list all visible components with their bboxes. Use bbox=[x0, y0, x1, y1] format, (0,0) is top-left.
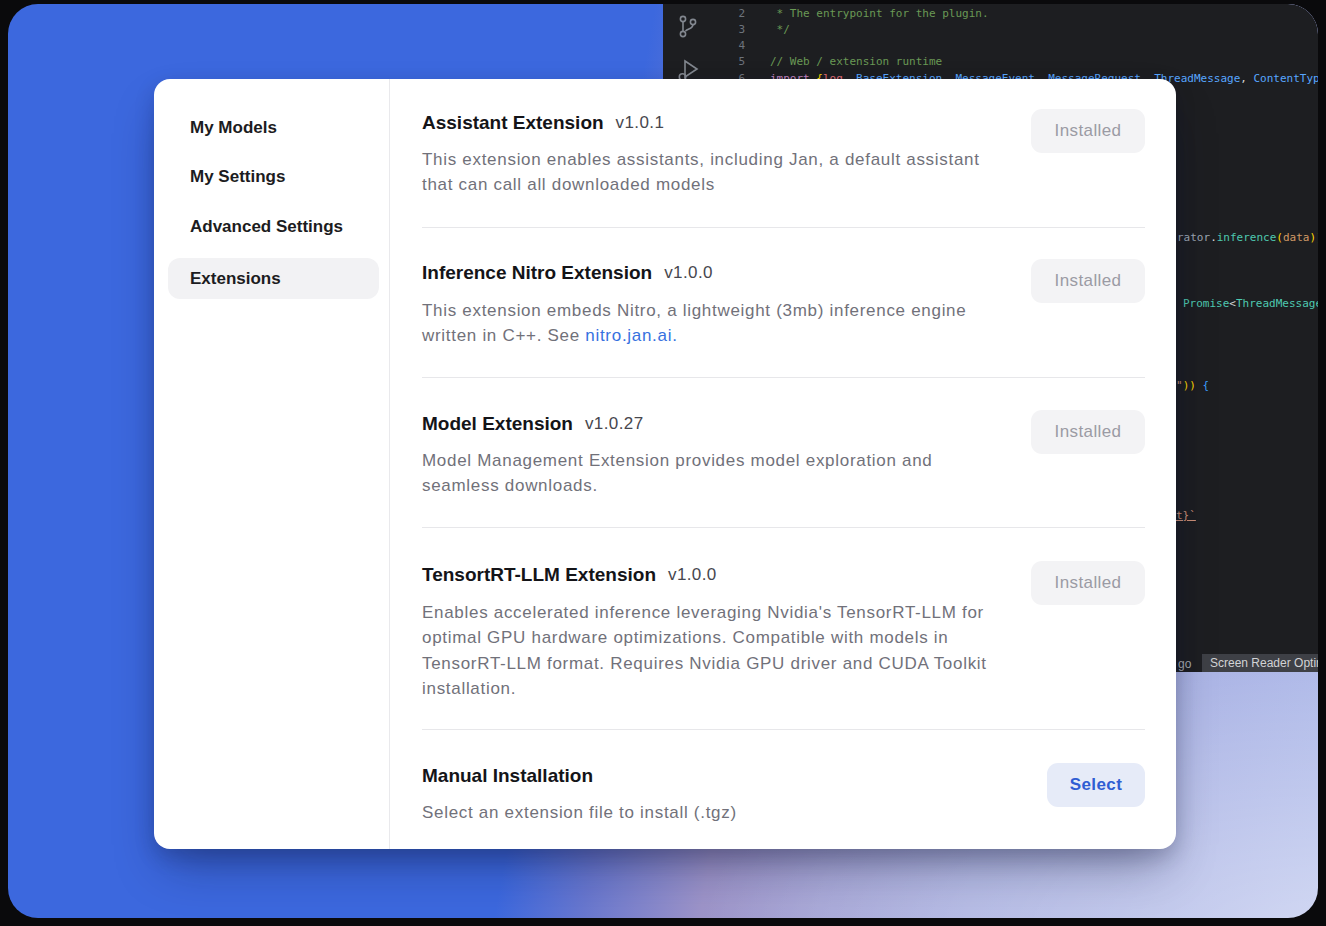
code-fragment: ")) { bbox=[1176, 379, 1209, 392]
code-fragment: rator.inference(data)); bbox=[1177, 231, 1318, 244]
installed-button[interactable]: Installed bbox=[1031, 109, 1145, 153]
code-line: */ bbox=[770, 23, 790, 36]
sidebar-divider bbox=[389, 79, 390, 849]
code-fragment: Promise<ThreadMessage> bbox=[1183, 297, 1318, 310]
line-number: 2 bbox=[663, 7, 745, 20]
extension-name: Inference Nitro Extension bbox=[422, 262, 652, 284]
extension-description: Model Management Extension provides mode… bbox=[422, 448, 933, 499]
code-line: // Web / extension runtime bbox=[770, 55, 942, 68]
extension-name: Assistant Extension bbox=[422, 112, 604, 134]
extension-version: v1.0.0 bbox=[668, 565, 717, 585]
desktop-hero: 23456 * The entrypoint for the plugin. *… bbox=[8, 4, 1318, 918]
code-line: * The entrypoint for the plugin. bbox=[770, 7, 989, 20]
extension-title: Manual Installation bbox=[422, 762, 593, 790]
line-number: 4 bbox=[663, 39, 745, 52]
extension-title: Assistant Extension v1.0.1 bbox=[422, 109, 664, 137]
extension-version: v1.0.0 bbox=[664, 263, 713, 283]
extension-version: v1.0.27 bbox=[585, 414, 644, 434]
sidebar-item-my-models[interactable]: My Models bbox=[190, 118, 277, 142]
status-bar-item[interactable]: go bbox=[1178, 657, 1191, 671]
sidebar-item-my-settings[interactable]: My Settings bbox=[190, 167, 285, 191]
line-number: 5 bbox=[663, 55, 745, 68]
row-divider bbox=[422, 729, 1145, 730]
row-divider bbox=[422, 527, 1145, 528]
extension-title: Model Extension v1.0.27 bbox=[422, 410, 644, 438]
extensions-list: Assistant Extension v1.0.1 This extension … bbox=[422, 79, 1145, 849]
line-number: 3 bbox=[663, 23, 745, 36]
extension-description: This extension embeds Nitro, a lightweig… bbox=[422, 298, 966, 349]
row-divider bbox=[422, 227, 1145, 228]
extension-name: TensortRT-LLM Extension bbox=[422, 564, 656, 586]
extension-version: v1.0.1 bbox=[616, 113, 665, 133]
settings-modal: My Models My Settings Advanced Settings Ext… bbox=[154, 79, 1176, 849]
installed-button[interactable]: Installed bbox=[1031, 259, 1145, 303]
installed-button[interactable]: Installed bbox=[1031, 410, 1145, 454]
code-fragment: t}` bbox=[1176, 509, 1196, 522]
extension-description: Enables accelerated inference leveraging… bbox=[422, 600, 987, 702]
sidebar-item-extensions[interactable]: Extensions bbox=[168, 258, 379, 299]
screen-reader-status[interactable]: Screen Reader Optimize bbox=[1202, 654, 1318, 672]
sidebar-item-advanced-settings[interactable]: Advanced Settings bbox=[190, 217, 343, 241]
extension-name: Model Extension bbox=[422, 413, 573, 435]
extension-name: Manual Installation bbox=[422, 765, 593, 787]
installed-button[interactable]: Installed bbox=[1031, 561, 1145, 605]
extension-title: TensortRT-LLM Extension v1.0.0 bbox=[422, 561, 717, 589]
row-divider bbox=[422, 377, 1145, 378]
nitro-link[interactable]: nitro.jan.ai. bbox=[585, 326, 677, 345]
select-button[interactable]: Select bbox=[1047, 763, 1145, 807]
extension-description: Select an extension file to install (.tg… bbox=[422, 800, 737, 825]
extension-title: Inference Nitro Extension v1.0.0 bbox=[422, 259, 713, 287]
extension-description: This extension enables assistants, inclu… bbox=[422, 147, 980, 198]
